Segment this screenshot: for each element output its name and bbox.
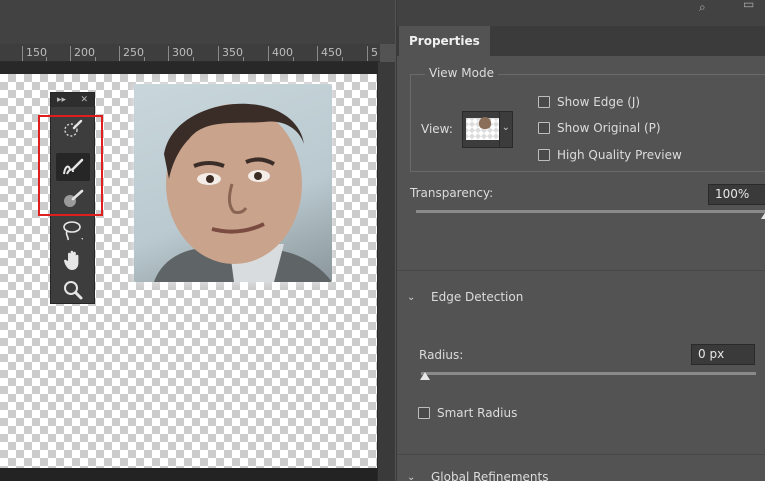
global-refinements-title: Global Refinements xyxy=(431,470,549,481)
high-quality-preview-option[interactable]: High Quality Preview xyxy=(538,148,682,162)
radius-slider[interactable] xyxy=(421,372,756,375)
transparency-slider-thumb[interactable] xyxy=(761,211,765,219)
ruler-label: 400 xyxy=(268,46,293,61)
edge-detection-header[interactable]: ⌄ Edge Detection xyxy=(407,290,523,304)
high-quality-preview-label: High Quality Preview xyxy=(557,148,682,162)
chevron-down-icon: ⌄ xyxy=(407,291,416,303)
panel-tabs: Properties xyxy=(397,26,765,56)
ruler-label: 200 xyxy=(70,46,95,61)
hand-icon xyxy=(63,250,79,270)
transparency-slider[interactable] xyxy=(416,210,765,213)
view-mode-title: View Mode xyxy=(425,66,498,80)
panel-handle[interactable]: ▸▸ ✕ xyxy=(51,93,94,107)
canvas-bottom-bar xyxy=(0,468,380,481)
document-top-bar xyxy=(0,0,395,44)
collapse-icon[interactable]: ▸▸ xyxy=(57,95,66,105)
properties-panel: ⌕ ▭ Properties View Mode View: ⌄ Show Ed… xyxy=(396,0,765,481)
zoom-tool-button[interactable] xyxy=(56,276,90,304)
view-label: View: xyxy=(421,122,453,136)
chevron-down-icon: ⌄ xyxy=(501,122,510,133)
global-refinements-header[interactable]: ⌄ Global Refinements xyxy=(407,470,548,481)
ruler-label: 250 xyxy=(119,46,144,61)
zoom-icon xyxy=(64,281,83,300)
view-mode-dropdown[interactable]: ⌄ xyxy=(462,111,513,148)
workspace-icon[interactable]: ▭ xyxy=(743,0,754,11)
ruler-label: 300 xyxy=(168,46,193,61)
subject-photo[interactable] xyxy=(134,84,332,282)
ruler-label: 5 xyxy=(367,46,378,61)
show-edge-checkbox[interactable] xyxy=(538,96,550,108)
smart-radius-checkbox[interactable] xyxy=(418,407,430,419)
chevron-down-icon: ⌄ xyxy=(407,471,416,481)
show-edge-label: Show Edge (J) xyxy=(557,95,641,109)
lasso-tool-button[interactable] xyxy=(56,216,90,244)
show-original-option[interactable]: Show Original (P) xyxy=(538,121,661,135)
horizontal-ruler: 150 200 250 300 350 400 450 5 xyxy=(0,44,380,62)
hand-tool-button[interactable] xyxy=(56,246,90,274)
radius-slider-thumb[interactable] xyxy=(420,372,430,380)
radius-label: Radius: xyxy=(419,348,464,362)
search-icon[interactable]: ⌕ xyxy=(699,0,706,15)
transparency-label: Transparency: xyxy=(410,186,494,200)
show-original-checkbox[interactable] xyxy=(538,122,550,134)
smart-radius-label: Smart Radius xyxy=(437,406,518,420)
smart-radius-option[interactable]: Smart Radius xyxy=(418,406,517,420)
show-edge-option[interactable]: Show Edge (J) xyxy=(538,95,640,109)
vertical-scrollbar[interactable] xyxy=(377,62,395,481)
close-icon[interactable]: ✕ xyxy=(80,95,88,105)
panel-top-bar: ⌕ ▭ xyxy=(397,0,765,26)
ruler-label: 150 xyxy=(22,46,47,61)
tab-properties[interactable]: Properties xyxy=(399,26,490,56)
high-quality-preview-checkbox[interactable] xyxy=(538,149,550,161)
transparency-input[interactable]: 100% xyxy=(708,184,765,205)
edge-detection-title: Edge Detection xyxy=(431,290,524,304)
ruler-label: 350 xyxy=(218,46,243,61)
show-original-label: Show Original (P) xyxy=(557,121,661,135)
portrait-image xyxy=(154,103,332,282)
radius-input[interactable]: 0 px xyxy=(691,344,755,365)
ruler-label: 450 xyxy=(317,46,342,61)
lasso-icon xyxy=(63,221,83,241)
highlight-box xyxy=(38,115,103,216)
